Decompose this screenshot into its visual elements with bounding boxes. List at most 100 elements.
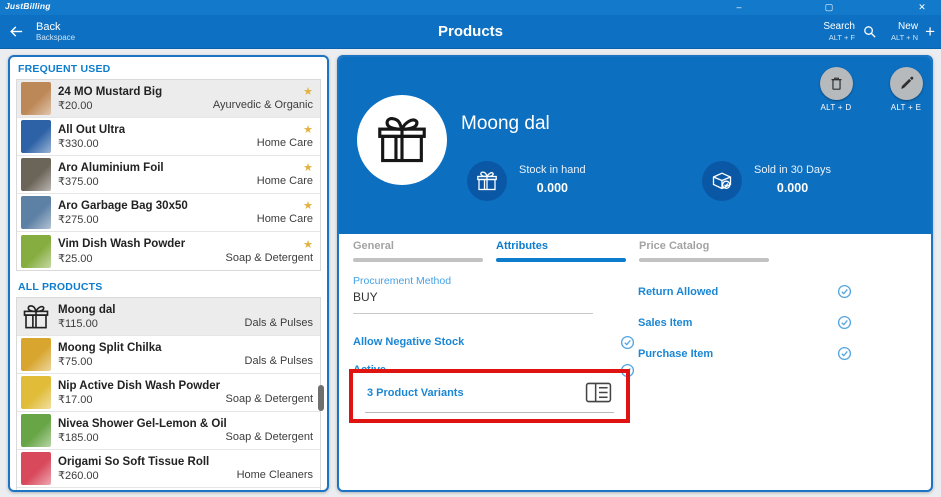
toggle-allow-negative-stock[interactable]: Allow Negative Stock bbox=[353, 328, 635, 356]
product-list-item[interactable]: All Out Ultra ★ ₹330.00 Home Care bbox=[17, 118, 320, 156]
product-list-item[interactable]: Nivea Shower Gel-Lemon & Oil ★ ₹185.00 S… bbox=[17, 412, 320, 450]
back-button[interactable]: Back Backspace bbox=[8, 15, 75, 48]
product-thumbnail bbox=[21, 452, 51, 485]
product-price: ₹185.00 bbox=[58, 432, 99, 444]
product-category: Home Care bbox=[256, 213, 313, 225]
product-category: Soap & Detergent bbox=[225, 251, 313, 264]
search-button[interactable]: Search ALT + F bbox=[823, 15, 877, 48]
product-name: Moong dal bbox=[58, 303, 116, 316]
favorite-star-icon[interactable]: ★ bbox=[303, 238, 313, 251]
product-category: Dals & Pulses bbox=[244, 355, 313, 367]
product-category: Dals & Pulses bbox=[244, 317, 313, 329]
tab-label: General bbox=[353, 240, 394, 252]
product-list-section: ALL PRODUCTS Moong dal ★ ₹115.00 Dals & … bbox=[10, 271, 327, 493]
check-circle-icon bbox=[620, 335, 635, 350]
product-name: All Out Ultra bbox=[58, 123, 126, 136]
app-logo: JustBilling bbox=[5, 1, 51, 11]
favorite-star-icon[interactable]: ★ bbox=[303, 123, 313, 136]
search-label: Search bbox=[823, 21, 855, 32]
procurement-method-label: Procurement Method bbox=[353, 275, 452, 287]
maximize-button[interactable]: ▢ bbox=[812, 0, 846, 15]
close-button[interactable]: ✕ bbox=[905, 0, 939, 15]
product-thumbnail bbox=[21, 338, 51, 371]
product-thumbnail bbox=[21, 234, 51, 268]
product-list-item[interactable]: Aro Garbage Bag 30x50 ★ ₹275.00 Home Car… bbox=[17, 194, 320, 232]
product-detail-header: Moong dal Stock in hand 0.000 Sold in 30… bbox=[339, 57, 931, 234]
product-image-placeholder bbox=[357, 95, 447, 185]
variants-list-icon[interactable] bbox=[585, 382, 612, 403]
product-name: Nip Active Dish Wash Powder bbox=[58, 379, 221, 392]
plus-icon: + bbox=[925, 22, 935, 41]
check-circle-icon bbox=[837, 315, 852, 330]
stat-block: Stock in hand 0.000 bbox=[467, 161, 586, 201]
new-button[interactable]: New ALT + N + bbox=[891, 15, 935, 48]
product-category: Soap & Detergent bbox=[225, 393, 313, 405]
product-list-item[interactable]: Moong dal ★ ₹115.00 Dals & Pulses bbox=[17, 298, 320, 336]
page-title: Products bbox=[437, 23, 503, 40]
delete-shortcut: ALT + D bbox=[820, 103, 852, 112]
product-price: ₹275.00 bbox=[58, 214, 99, 226]
product-name: Aro Garbage Bag 30x50 bbox=[58, 199, 188, 212]
stat-value: 0.000 bbox=[536, 181, 568, 195]
product-list-item[interactable]: Aro Aluminium Foil ★ ₹375.00 Home Care bbox=[17, 156, 320, 194]
product-name: Origami So Soft Tissue Roll bbox=[58, 455, 210, 468]
product-thumbnail bbox=[21, 300, 51, 333]
tab-general[interactable]: General bbox=[353, 240, 483, 262]
gift-icon bbox=[475, 169, 499, 193]
product-price: ₹375.00 bbox=[58, 176, 99, 188]
toggle-label: Allow Negative Stock bbox=[353, 336, 465, 348]
product-list-item[interactable]: ★ bbox=[17, 488, 320, 493]
product-category: Ayurvedic & Organic bbox=[212, 99, 313, 111]
product-thumbnail bbox=[21, 491, 51, 493]
attributes-tab-content: Procurement Method BUY Allow Negative St… bbox=[339, 275, 931, 490]
favorite-star-icon[interactable]: ★ bbox=[303, 161, 313, 174]
new-label: New bbox=[898, 21, 919, 32]
search-icon bbox=[862, 24, 877, 39]
stat-label: Stock in hand bbox=[519, 164, 586, 176]
product-category: Home Care bbox=[256, 137, 313, 149]
back-label: Back bbox=[36, 20, 61, 33]
toggle-purchase-item[interactable]: Purchase Item bbox=[638, 338, 852, 369]
product-list-item[interactable]: Vim Dish Wash Powder ★ ₹25.00 Soap & Det… bbox=[17, 232, 320, 270]
product-list-item[interactable]: 24 MO Mustard Big ★ ₹20.00 Ayurvedic & O… bbox=[17, 80, 320, 118]
toggle-sales-item[interactable]: Sales Item bbox=[638, 307, 852, 338]
tab-attributes[interactable]: Attributes bbox=[496, 240, 626, 262]
product-variants-row[interactable]: 3 Product Variants bbox=[365, 382, 614, 413]
tab-price-catalog[interactable]: Price Catalog bbox=[639, 240, 769, 262]
product-name: Nivea Shower Gel-Lemon & Oil bbox=[58, 417, 227, 430]
product-list-item[interactable]: Origami So Soft Tissue Roll ★ ₹260.00 Ho… bbox=[17, 450, 320, 488]
favorite-star-icon[interactable]: ★ bbox=[303, 85, 313, 98]
new-shortcut: ALT + N bbox=[891, 33, 919, 42]
search-shortcut: ALT + F bbox=[828, 33, 855, 42]
procurement-method-field[interactable]: Procurement Method BUY bbox=[353, 275, 635, 314]
product-thumbnail bbox=[21, 158, 51, 191]
tab-label: Attributes bbox=[496, 240, 548, 252]
product-thumbnail bbox=[21, 414, 51, 447]
product-detail-panel: Moong dal Stock in hand 0.000 Sold in 30… bbox=[337, 55, 933, 492]
toggle-label: Sales Item bbox=[638, 316, 693, 329]
minimize-button[interactable]: – bbox=[722, 0, 756, 15]
product-detail-title: Moong dal bbox=[461, 113, 550, 134]
toggle-label: Return Allowed bbox=[638, 285, 719, 298]
product-price: ₹25.00 bbox=[58, 252, 93, 265]
product-price: ₹330.00 bbox=[58, 138, 99, 150]
delete-button[interactable]: ALT + D bbox=[807, 67, 865, 112]
product-category: Soap & Detergent bbox=[225, 431, 313, 443]
stat-block: Sold in 30 Days 0.000 bbox=[702, 161, 831, 201]
product-list-item[interactable]: Moong Split Chilka ★ ₹75.00 Dals & Pulse… bbox=[17, 336, 320, 374]
edit-shortcut: ALT + E bbox=[890, 103, 922, 112]
product-list-item[interactable]: Nip Active Dish Wash Powder ★ ₹17.00 Soa… bbox=[17, 374, 320, 412]
highlight-annotation-red-box: 3 Product Variants bbox=[349, 369, 630, 423]
toggle-return-allowed[interactable]: Return Allowed bbox=[638, 276, 852, 307]
product-price: ₹17.00 bbox=[58, 394, 93, 406]
list-scrollbar[interactable] bbox=[318, 385, 324, 411]
toggles-right: Return Allowed Sales Item Purchase Item bbox=[638, 275, 852, 369]
product-category: Home Cleaners bbox=[236, 469, 313, 481]
pencil-icon bbox=[898, 75, 915, 92]
nav-bar: Back Backspace Products Search ALT + F N… bbox=[0, 15, 941, 49]
favorite-star-icon[interactable]: ★ bbox=[303, 199, 313, 212]
trash-icon bbox=[828, 75, 845, 92]
product-thumbnail bbox=[21, 196, 51, 229]
toggle-label: Purchase Item bbox=[638, 347, 714, 360]
edit-button[interactable]: ALT + E bbox=[877, 67, 931, 112]
